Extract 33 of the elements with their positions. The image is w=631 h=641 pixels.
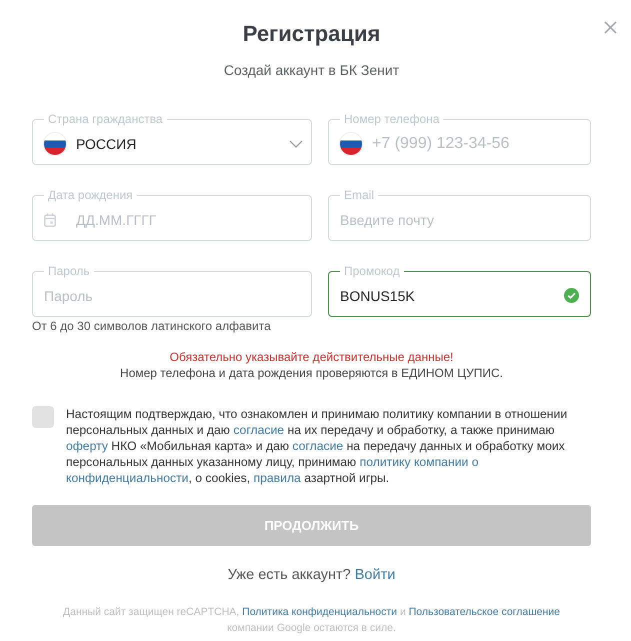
warning-text: Обязательно указывайте действительные данные! (168, 349, 454, 365)
calendar-icon (44, 212, 56, 226)
consent-link[interactable]: согласие (292, 439, 344, 453)
close-icon (604, 21, 617, 34)
consent-text: Настоящим подтверждаю, что ознакомлен и принимаю политику компании в отношении персональных данных и даю согласие на их передачу и обработку, а также принимаю оферту НКО «Мобильная карта» и даю согласие на передачу данных и обработку моих персональных данных указанному лицу, принимаю политику компании о конфиденциальности, о cookies, правила азартной игры. (66, 406, 568, 486)
consent-checkbox[interactable] (32, 406, 54, 428)
consent-link[interactable]: политику компании о (360, 455, 478, 469)
field-label: Email (343, 188, 376, 202)
input-field[interactable]: Промокод BONUS15K (328, 264, 591, 317)
consent-link[interactable]: конфиденциальности (66, 471, 188, 485)
chevron-down-icon (289, 140, 303, 148)
field-label: Номер телефона (343, 112, 440, 126)
login-link[interactable]: Войти (354, 567, 396, 583)
consent-link[interactable]: правила (254, 471, 301, 485)
dialog-subtitle: Создай аккаунт в БК Зенит (222, 61, 400, 80)
notice-text: Номер телефона и дата рождения проверяются в ЕДИНОМ ЦУПИС. (119, 365, 504, 381)
field-label: Страна гражданства (47, 112, 164, 126)
field-label: Пароль (47, 264, 91, 278)
dialog-title: Регистрация (242, 20, 382, 48)
flag-icon (340, 132, 362, 154)
consent-link[interactable]: оферту (66, 439, 108, 453)
field-label: Дата рождения (47, 188, 134, 202)
country-dropdown[interactable]: Страна гражданства РОССИЯ (32, 112, 312, 165)
check-icon (564, 288, 579, 303)
flag-icon (44, 132, 66, 154)
login-prompt: Уже есть аккаунт? (228, 567, 351, 583)
policy-link[interactable]: Пользовательское соглашение (408, 606, 560, 618)
recaptcha-notice: Данный сайт защищен reCAPTCHA, Политика конфиденциальности и Пользовательское соглашение компании Google остаются в силе. (62, 605, 561, 636)
close-button[interactable] (604, 21, 617, 34)
field-label: Промокод (343, 264, 401, 278)
policy-link[interactable]: Политика конфиденциальности (242, 606, 398, 618)
field-hint: От 6 до 30 символов латинского алфавита (32, 319, 272, 333)
consent-link[interactable]: согласие (233, 423, 284, 437)
